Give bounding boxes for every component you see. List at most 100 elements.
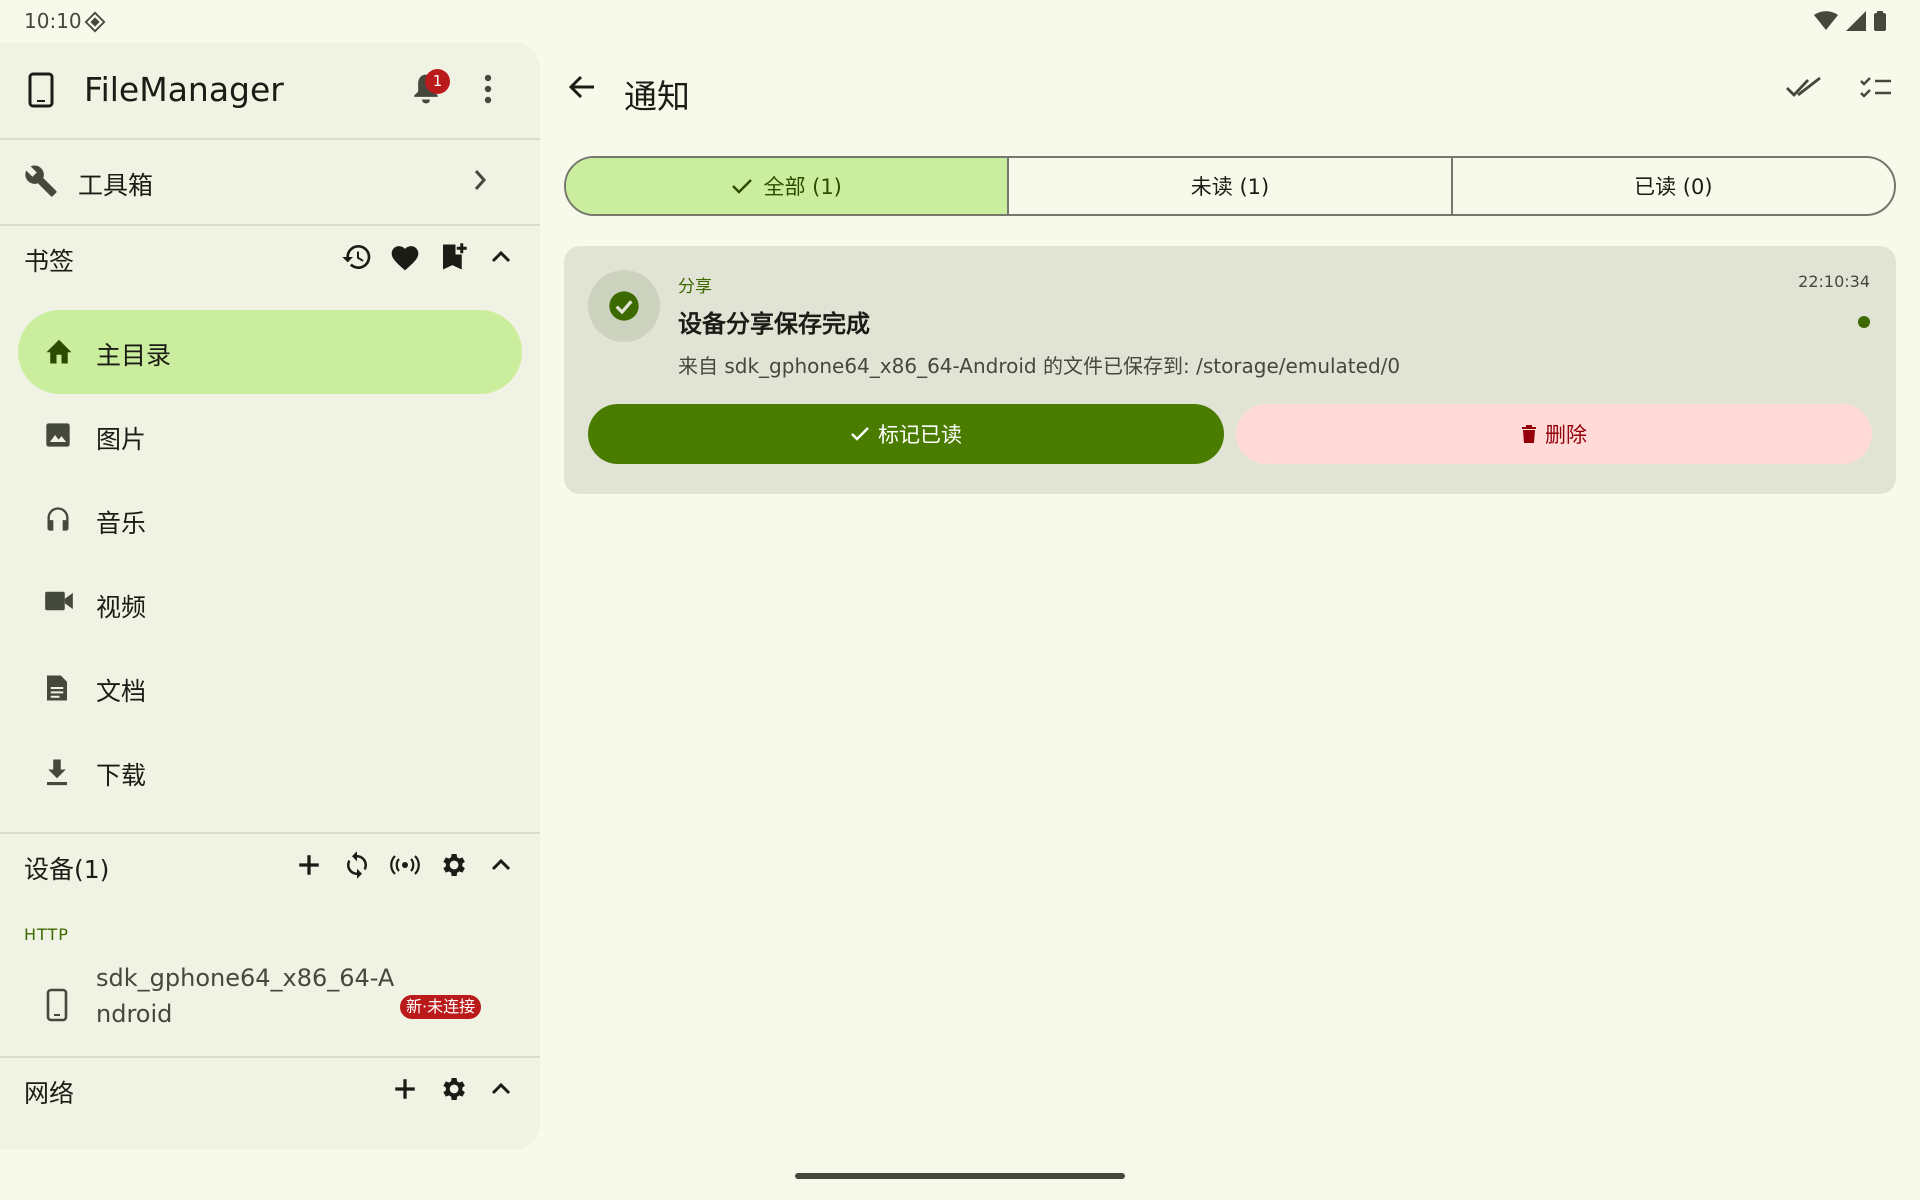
checklist-icon	[1860, 77, 1891, 98]
bookmarks-title: 书签	[24, 247, 75, 276]
home-indicator[interactable]	[795, 1173, 1125, 1179]
devices-title: 设备(1)	[24, 855, 110, 884]
collapse-devices-button[interactable]	[484, 848, 518, 882]
status-indicators	[1814, 11, 1886, 31]
check-icon	[851, 427, 869, 441]
device-name: sdk_gphone64_x86_64-Android	[96, 964, 395, 1028]
bookmark-label: 主目录	[96, 341, 172, 370]
toolbox-label: 工具箱	[78, 171, 154, 200]
bookmark-item-images[interactable]: 图片	[18, 394, 522, 478]
bookmark-label: 音乐	[96, 509, 147, 538]
refresh-devices-button[interactable]	[340, 848, 374, 882]
notification-time: 22:10:34	[1798, 272, 1870, 291]
device-settings-button[interactable]	[436, 848, 470, 882]
notification-avatar	[588, 270, 660, 342]
bookmark-label: 文档	[96, 677, 147, 706]
bookmark-item-documents[interactable]: 文档	[18, 646, 522, 730]
bookmark-label: 图片	[96, 425, 147, 454]
tab-all[interactable]: 全部 (1)	[566, 158, 1008, 214]
filter-tabs: 全部 (1) 未读 (1) 已读 (0)	[564, 156, 1896, 216]
top-app-bar: 通知	[540, 40, 1920, 144]
notification-title: 设备分享保存完成	[678, 310, 870, 338]
app-title: FileManager	[84, 70, 284, 109]
divider	[0, 1056, 540, 1058]
delete-label: 删除	[1545, 423, 1587, 447]
mark-read-button[interactable]: 标记已读	[588, 404, 1224, 464]
divider	[0, 832, 540, 834]
history-button[interactable]	[340, 240, 374, 274]
tab-unread[interactable]: 未读 (1)	[1007, 158, 1450, 214]
add-device-button[interactable]	[292, 848, 326, 882]
broadcast-icon	[390, 855, 420, 875]
plus-icon	[299, 855, 319, 875]
devices-header: 设备(1)	[0, 836, 540, 896]
back-button[interactable]	[568, 74, 596, 100]
heart-icon	[391, 246, 419, 271]
chevron-up-icon	[491, 858, 511, 871]
check-icon	[732, 179, 753, 194]
chevron-up-icon	[491, 1082, 511, 1095]
page-title: 通知	[624, 77, 690, 116]
gear-icon	[443, 1078, 465, 1100]
network-title: 网络	[24, 1079, 75, 1108]
phone-icon	[46, 988, 68, 1022]
add-network-button[interactable]	[388, 1072, 422, 1106]
notification-badge: 1	[425, 69, 450, 94]
favorites-button[interactable]	[388, 240, 422, 274]
battery-icon	[1874, 11, 1886, 31]
bookmark-item-videos[interactable]: 视频	[18, 562, 522, 646]
tab-label: 已读 (0)	[1634, 175, 1713, 199]
drawer-header: FileManager 1	[0, 42, 540, 138]
home-icon	[44, 337, 74, 365]
history-icon	[342, 245, 371, 269]
bookmark-add-icon	[443, 243, 467, 270]
delete-button[interactable]: 删除	[1236, 404, 1872, 464]
download-icon	[44, 757, 70, 787]
bookmark-item-home[interactable]: 主目录	[18, 310, 522, 394]
protocol-label: HTTP	[24, 925, 69, 944]
notification-category: 分享	[678, 277, 712, 297]
collapse-network-button[interactable]	[484, 1072, 518, 1106]
plus-icon	[395, 1079, 415, 1099]
toolbox-row[interactable]: 工具箱	[0, 140, 540, 224]
bookmark-item-downloads[interactable]: 下载	[18, 730, 522, 814]
broadcast-button[interactable]	[388, 848, 422, 882]
chevron-right-icon	[472, 168, 488, 192]
unread-indicator	[1858, 316, 1870, 328]
mark-all-read-button[interactable]	[1786, 76, 1822, 98]
network-settings-button[interactable]	[436, 1072, 470, 1106]
more-options-button[interactable]	[484, 74, 492, 104]
more-vert-icon	[484, 74, 492, 104]
signal-icon	[1846, 11, 1866, 31]
collapse-bookmarks-button[interactable]	[484, 240, 518, 274]
wifi-icon	[1814, 11, 1838, 30]
checklist-button[interactable]	[1860, 76, 1892, 100]
notification-card[interactable]: 分享 设备分享保存完成 22:10:34 来自 sdk_gphone64_x86…	[564, 246, 1896, 494]
done-all-icon	[1786, 76, 1821, 98]
wrench-icon	[24, 164, 58, 198]
phone-icon	[28, 72, 54, 108]
device-status-badge: 新·未连接	[400, 995, 482, 1019]
arrow-back-icon	[568, 75, 594, 99]
bookmark-item-music[interactable]: 音乐	[18, 478, 522, 562]
navigation-drawer: FileManager 1 工具箱 书签 主目录 图片 音乐 视频 文档 下载 …	[0, 42, 540, 1150]
add-bookmark-button[interactable]	[436, 240, 470, 274]
document-icon	[44, 673, 70, 703]
bookmark-label: 视频	[96, 593, 147, 622]
notifications-page: 通知 全部 (1) 未读 (1) 已读 (0) 分享 设备分享保存完成 22:1…	[540, 40, 1920, 1160]
bookmarks-header: 书签	[0, 228, 540, 288]
tab-label: 全部 (1)	[763, 175, 842, 199]
trash-icon	[1522, 425, 1536, 443]
divider	[0, 224, 540, 226]
headphones-icon	[44, 505, 72, 533]
status-time: 10:10	[24, 9, 82, 33]
gear-icon	[443, 854, 465, 876]
image-icon	[44, 421, 72, 449]
tab-read[interactable]: 已读 (0)	[1450, 158, 1894, 214]
network-header: 网络	[0, 1060, 540, 1120]
mark-read-label: 标记已读	[878, 423, 962, 447]
device-item[interactable]: sdk_gphone64_x86_64-Android 新·未连接	[0, 952, 540, 1052]
sync-icon	[347, 851, 367, 879]
videocam-icon	[44, 589, 74, 613]
tab-label: 未读 (1)	[1190, 175, 1270, 199]
